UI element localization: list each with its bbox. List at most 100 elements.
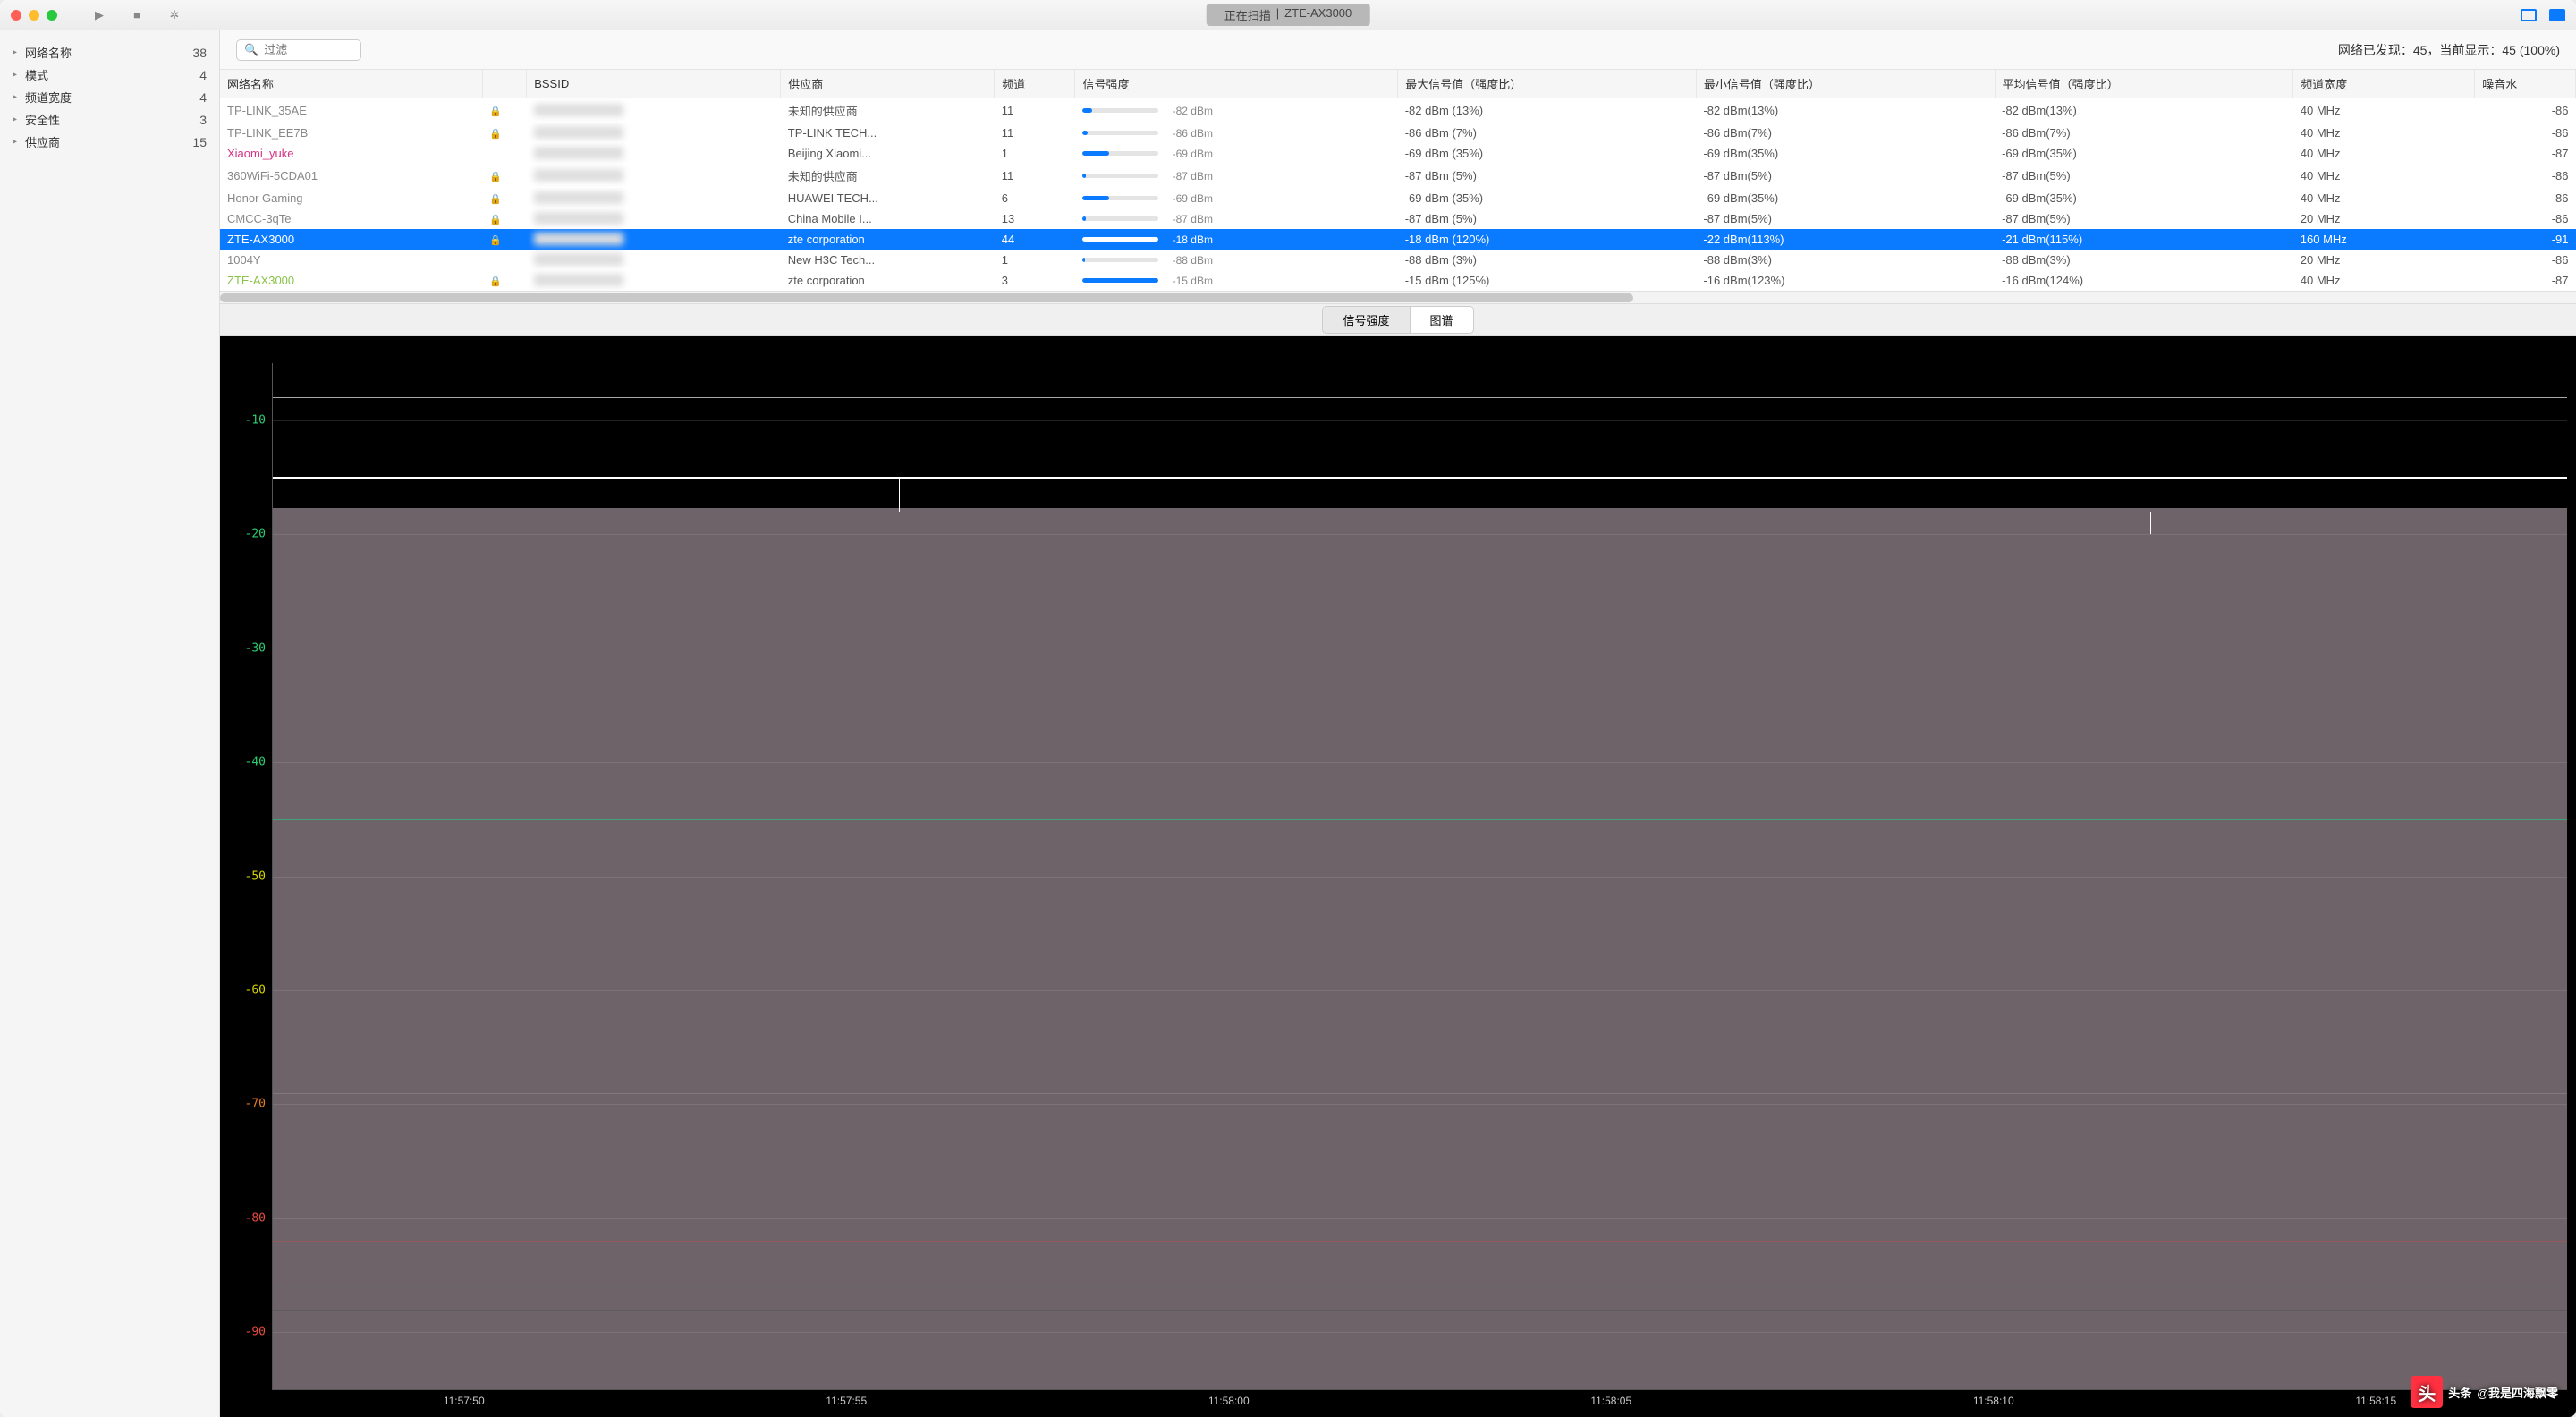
table-row[interactable]: Xiaomi_yukeXX:XX:XX:XXBeijing Xiaomi...1… [220,143,2576,164]
lock-icon: 🔒 [489,194,502,205]
table-row[interactable]: CMCC-3qTe🔒XX:XX:XX:XXChina Mobile I...13… [220,208,2576,229]
search-box[interactable]: 🔍 [236,39,361,61]
vendor: HUAWEI TECH... [781,188,995,208]
sidebar-item-2[interactable]: ▸ 频道宽度 4 [0,86,219,108]
fullscreen-icon[interactable] [2549,9,2565,21]
watermark-logo-icon: 头 [2411,1376,2443,1408]
min-signal: -22 dBm(113%) [1696,229,1995,250]
close-icon[interactable] [11,10,21,21]
chevron-right-icon: ▸ [13,137,21,147]
y-tick-label: -50 [245,870,266,883]
min-signal: -69 dBm(35%) [1696,188,1995,208]
bandwidth: 40 MHz [2293,143,2475,164]
table-row[interactable]: TP-LINK_EE7B🔒XX:XX:XX:XXTP-LINK TECH...1… [220,123,2576,143]
sidebar-item-3[interactable]: ▸安全性3 [0,108,219,131]
signal-cell: -18 dBm [1082,233,1391,246]
channel: 6 [995,188,1075,208]
network-name: 360WiFi-5CDA01 [227,169,318,182]
table-row[interactable]: 360WiFi-5CDA01🔒XX:XX:XX:XX未知的供应商11-87 dB… [220,164,2576,188]
bssid-blurred: XX:XX:XX:XX [534,147,623,159]
min-signal: -86 dBm(7%) [1696,123,1995,143]
filter-input[interactable] [264,43,353,56]
signal-cell: -87 dBm [1082,170,1391,182]
spinner-icon: ✲ [168,9,181,21]
sidebar-item-count: 4 [199,68,207,82]
bssid-blurred: XX:XX:XX:XX [534,212,623,225]
max-signal: -15 dBm (125%) [1398,270,1697,291]
col-header[interactable]: 噪音水 [2475,70,2576,98]
network-name: ZTE-AX3000 [227,233,294,246]
min-signal: -82 dBm(13%) [1696,98,1995,123]
max-signal: -87 dBm (5%) [1398,208,1697,229]
col-header[interactable]: 网络名称 [220,70,482,98]
chevron-right-icon: ▸ [13,115,21,124]
table-row[interactable]: ZTE-AX3000🔒XX:XX:XX:XXzte corporation3-1… [220,270,2576,291]
vendor: zte corporation [781,270,995,291]
col-header[interactable] [482,70,527,98]
sidebar-item-label: 网络名称 [25,44,72,61]
bandwidth: 40 MHz [2293,188,2475,208]
y-tick-label: -20 [245,528,266,541]
bssid-blurred: XX:XX:XX:XX [534,126,623,139]
vendor: 未知的供应商 [781,164,995,188]
max-signal: -69 dBm (35%) [1398,143,1697,164]
col-header[interactable]: 最小信号值（强度比） [1696,70,1995,98]
col-header[interactable]: 频道宽度 [2293,70,2475,98]
tab-spectrum[interactable]: 图谱 [1411,307,1473,333]
col-header[interactable]: 频道 [995,70,1075,98]
noise: -86 [2475,164,2576,188]
table-row[interactable]: TP-LINK_35AE🔒XX:XX:XX:XX未知的供应商11-82 dBm-… [220,98,2576,123]
channel: 11 [995,123,1075,143]
titlebar: ▶ ■ ✲ 正在扫描 | ZTE-AX3000 [0,0,2576,30]
tab-signal-strength[interactable]: 信号强度 [1323,307,1410,333]
y-tick-label: -80 [245,1211,266,1225]
col-header[interactable]: 平均信号值（强度比） [1995,70,2293,98]
play-icon[interactable]: ▶ [93,9,106,21]
sidebar-item-label: 频道宽度 [25,89,72,106]
zoom-icon[interactable] [47,10,57,21]
max-signal: -88 dBm (3%) [1398,250,1697,270]
watermark: 头 头条 @我是四海飘零 [2411,1376,2558,1408]
scan-status: 正在扫描 [1224,6,1271,23]
noise: -87 [2475,270,2576,291]
device-name: ZTE-AX3000 [1284,6,1352,23]
series-line [273,819,2567,820]
series-line [273,1286,2567,1287]
sidebar-toggle-icon[interactable] [2521,9,2537,21]
col-header[interactable]: BSSID [527,70,781,98]
network-name: TP-LINK_EE7B [227,126,308,140]
x-tick-label: 11:58:10 [1973,1395,2014,1407]
sidebar-item-4[interactable]: ▸供应商15 [0,131,219,153]
max-signal: -69 dBm (35%) [1398,188,1697,208]
lock-icon: 🔒 [489,106,502,117]
y-tick-label: -90 [245,1326,266,1339]
col-header[interactable]: 供应商 [781,70,995,98]
series-line [273,1093,2567,1094]
table-row[interactable]: Honor Gaming🔒XX:XX:XX:XXHUAWEI TECH...6-… [220,188,2576,208]
x-tick-label: 11:58:00 [1208,1395,1250,1407]
horizontal-scrollbar[interactable] [220,291,2576,303]
sidebar-item-0[interactable]: ▸网络名称38 [0,41,219,64]
col-header[interactable]: 信号强度 [1075,70,1398,98]
noise: -86 [2475,123,2576,143]
sidebar-item-1[interactable]: ▸模式4 [0,64,219,86]
vendor: Beijing Xiaomi... [781,143,995,164]
sidebar-item-count: 4 [199,90,207,105]
x-tick-label: 11:58:05 [1590,1395,1631,1407]
bssid-blurred: XX:XX:XX:XX [534,233,623,245]
col-header[interactable]: 最大信号值（强度比） [1398,70,1697,98]
table-row[interactable]: ZTE-AX3000🔒XX:XX:XX:XXzte corporation44-… [220,229,2576,250]
chevron-right-icon: ▸ [13,92,21,102]
bssid-blurred: XX:XX:XX:XX [534,274,623,286]
network-table: 网络名称 BSSID供应商频道信号强度最大信号值（强度比）最小信号值（强度比）平均… [220,70,2576,304]
toolbar: 🔍 网络已发现：45，当前显示：45 (100%) [220,30,2576,70]
bssid-blurred: XX:XX:XX:XX [534,169,623,182]
minimize-icon[interactable] [29,10,39,21]
stop-icon[interactable]: ■ [131,9,143,21]
y-tick-label: -40 [245,756,266,769]
signal-cell: -87 dBm [1082,213,1391,225]
bssid-blurred: XX:XX:XX:XX [534,104,623,116]
channel: 1 [995,250,1075,270]
bandwidth: 40 MHz [2293,270,2475,291]
table-row[interactable]: 1004YXX:XX:XX:XXNew H3C Tech...1-88 dBm-… [220,250,2576,270]
